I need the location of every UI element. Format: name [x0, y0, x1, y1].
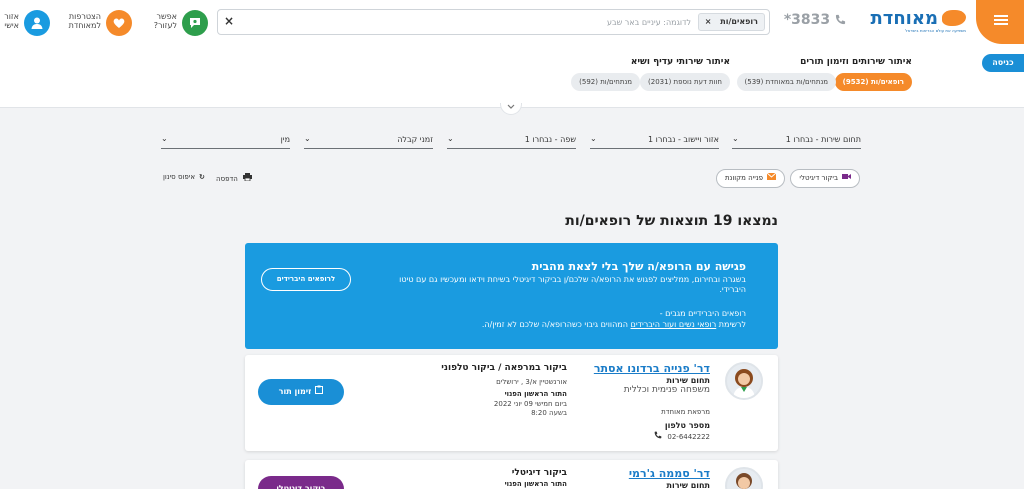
next-appointment-label: התור הראשון הפנוי [504, 390, 567, 398]
doctor-card: דר' פנייה ברדונו אסתר תחום שירות משפחה פ… [245, 355, 778, 451]
doctor-card: דר' סממה ג'רמי תחום שירות ביקור דיגיטלי … [245, 460, 778, 489]
envelope-icon [766, 170, 777, 187]
hybrid-doctors-link[interactable]: רופאי נשים ועור היברידים [631, 320, 717, 329]
search-bar: × רופאים/ות × [217, 9, 770, 35]
hybrid-doctors-button[interactable]: לרופאים היברידים [261, 268, 351, 291]
avatar [725, 362, 763, 400]
visit-type: ביקור במרפאה / ביקור טלפוני [441, 363, 567, 373]
hamburger-menu-icon[interactable] [992, 14, 1010, 28]
help-button[interactable]: אפשר לעזור? [148, 10, 208, 36]
chevron-down-icon: ⌄ [447, 134, 454, 143]
video-icon [842, 170, 851, 187]
chevron-down-icon: ⌄ [732, 134, 739, 143]
search-chip: רופאים/ות × [697, 13, 765, 31]
chip-remove-button[interactable]: × [705, 17, 712, 26]
digital-visit-button[interactable]: ביקור דיגיטלי [258, 476, 344, 489]
refresh-icon: ↻ [199, 173, 205, 181]
phone-label: מספר טלפון [664, 421, 710, 430]
pill-second-opinion[interactable]: חוות דעת נוספת (2031) [640, 73, 730, 91]
service-field-label: תחום שירות [666, 481, 710, 489]
phone-icon [654, 431, 662, 441]
service-field-value: משפחה פנימית וכללית [623, 385, 710, 395]
chevron-down-icon: ⌄ [590, 134, 597, 143]
services-title: איתור שירותים וזימון תורים [800, 57, 912, 67]
help-label: אפשר לעזור? [153, 12, 177, 30]
results-title: נמצאו 19 תוצאות של רופאים/ות [565, 213, 778, 229]
search-chip-label: רופאים/ות [720, 17, 758, 26]
extra-services-title: איתור שירותי עדיף ושיא [630, 57, 730, 67]
heart-icon [106, 10, 132, 36]
filter-service-field[interactable]: תחום שירות - נבחרו 1 ⌄ [732, 134, 861, 149]
clear-search-button[interactable]: × [224, 14, 234, 28]
chevron-down-icon: ⌄ [304, 134, 311, 143]
chat-icon [182, 10, 208, 36]
avatar [725, 467, 763, 489]
search-input[interactable] [391, 14, 691, 30]
logo-mark-icon [942, 10, 966, 26]
address: אורנשטיין א/3 , ירושלים [496, 378, 567, 386]
filter-area[interactable]: אזור ויישוב - נבחרו 1 ⌄ [590, 134, 719, 149]
phone-icon [835, 14, 846, 25]
next-appointment-label: התור הראשון הפנוי [504, 480, 567, 488]
logo-subtitle: משפיעה את עולם הבריאות בישראל [905, 28, 966, 33]
filter-language[interactable]: שפה - נבחרו 1 ⌄ [447, 134, 576, 149]
filters-panel [0, 108, 1024, 196]
chevron-down-icon [507, 104, 515, 109]
menu-blob[interactable] [976, 0, 1024, 44]
login-button[interactable]: כניסה [982, 54, 1024, 72]
pill-surgeons-meuhedet[interactable]: מנתחים/ות במאוחדת (539) [736, 73, 836, 91]
doctor-phone[interactable]: 02-6442222 [654, 431, 710, 441]
personal-area-label: אזור אישי [4, 12, 19, 30]
logo-text: מאוחדת [870, 8, 938, 29]
join-button[interactable]: הצטרפות למאוחדת [66, 10, 132, 36]
book-appointment-button[interactable]: זימון תור [258, 379, 344, 405]
print-icon [242, 173, 252, 183]
hybrid-doctors-banner: פגישה עם הרופא/ה שלך בלי לצאת מהבית בשגר… [245, 243, 778, 349]
pill-doctors[interactable]: רופאים/ות (9532) [834, 73, 912, 91]
site-header: מאוחדת משפיעה את עולם הבריאות בישראל *38… [0, 0, 1024, 46]
clipboard-icon [315, 385, 324, 396]
user-icon [24, 10, 50, 36]
service-field-label: תחום שירות [666, 376, 710, 385]
online-request-filter-button[interactable]: פנייה מקוונת [715, 169, 785, 188]
chevron-down-icon: ⌄ [161, 134, 168, 143]
join-label: הצטרפות למאוחדת [68, 12, 101, 30]
next-appointment-time: בשעה 8:20 [531, 409, 567, 417]
phone-number[interactable]: *3833 [784, 12, 846, 28]
clinic-name: מרפאת מאוחדת [661, 408, 710, 416]
filter-hours[interactable]: זמני קבלה ⌄ [304, 134, 433, 149]
doctor-name-link[interactable]: דר' פנייה ברדונו אסתר [594, 362, 710, 375]
personal-area-button[interactable]: אזור אישי [3, 10, 50, 36]
logo[interactable]: מאוחדת משפיעה את עולם הבריאות בישראל [850, 8, 966, 38]
reset-filters-button[interactable]: ↻איפוס סינון [163, 173, 205, 181]
banner-title: פגישה עם הרופא/ה שלך בלי לצאת מהבית [531, 260, 746, 273]
doctor-name-link[interactable]: דר' סממה ג'רמי [629, 467, 710, 480]
print-button[interactable]: הדפסה [216, 173, 252, 183]
visit-type: ביקור דיגיטלי [511, 468, 567, 478]
phone-digits: 3833 [791, 12, 831, 28]
banner-text: בשגרה ובחירום, ממליצים לפגוש את הרופא/ה … [399, 275, 746, 294]
next-appointment-date: ביום חמישי 09 יוני 2022 [493, 400, 567, 408]
filter-gender[interactable]: מין ⌄ [161, 134, 290, 149]
pill-surgeons[interactable]: מנתחים/ות (592) [571, 73, 640, 91]
digital-visit-filter-button[interactable]: ביקור דיגיטלי [790, 169, 860, 188]
banner-text-secondary: רופאים היברידיים מגבים - לרשימת רופאי נש… [481, 309, 746, 329]
